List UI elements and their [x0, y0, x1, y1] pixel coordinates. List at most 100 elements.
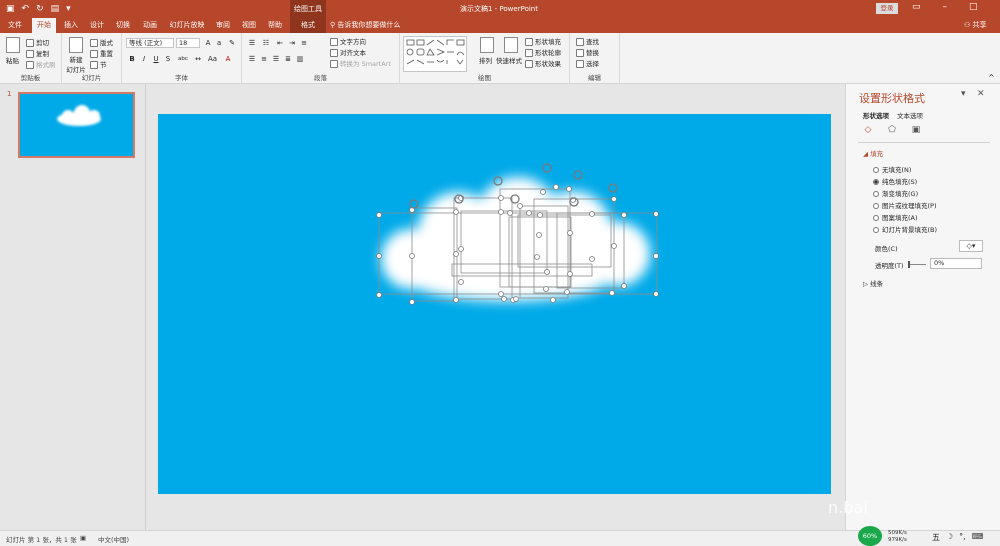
- drawing-tools-label: 绘图工具: [290, 0, 326, 18]
- quick-styles-button[interactable]: 快速样式: [496, 55, 522, 65]
- section-button[interactable]: 节: [90, 59, 107, 69]
- pane-close-icon[interactable]: ✕: [977, 89, 985, 99]
- decrease-indent-icon[interactable]: ⇤: [276, 39, 284, 47]
- copy-button[interactable]: 复制: [26, 48, 49, 58]
- char-spacing-icon[interactable]: ↔: [194, 55, 202, 63]
- tab-transitions[interactable]: 切换: [112, 18, 134, 33]
- line-spacing-icon[interactable]: ≡: [300, 39, 308, 47]
- fill-option-pattern[interactable]: 图案填充(A): [873, 212, 918, 222]
- fill-section-header[interactable]: ◢ 填充: [863, 148, 883, 158]
- format-painter-button[interactable]: 格式刷: [26, 59, 56, 69]
- underline-button[interactable]: U: [152, 55, 160, 63]
- fill-option-solid[interactable]: 纯色填充(S): [873, 176, 917, 186]
- clear-format-icon[interactable]: ✎: [228, 39, 236, 47]
- italic-button[interactable]: I: [140, 55, 148, 63]
- shape-outline-button[interactable]: 形状轮廓: [525, 47, 561, 57]
- justify-icon[interactable]: ≣: [284, 55, 292, 63]
- tab-help[interactable]: 帮助: [264, 18, 286, 33]
- tab-format[interactable]: 格式: [290, 18, 326, 33]
- size-properties-icon[interactable]: ▣: [911, 125, 921, 135]
- cursor-icon: [576, 60, 584, 68]
- shadow-button[interactable]: S: [164, 55, 172, 63]
- layout-button[interactable]: 版式: [90, 37, 113, 47]
- ribbon-display-icon[interactable]: ▭: [912, 2, 921, 12]
- cloud-shape-group[interactable]: [158, 114, 831, 494]
- paste-button[interactable]: 粘贴: [6, 55, 19, 65]
- cut-button[interactable]: 剪切: [26, 37, 49, 47]
- shape-effects-button[interactable]: 形状效果: [525, 58, 561, 68]
- align-left-icon[interactable]: ☰: [248, 55, 256, 63]
- login-button[interactable]: 登录: [876, 3, 898, 14]
- minimize-icon[interactable]: –: [943, 2, 948, 12]
- pane-title: 设置形状格式: [859, 92, 925, 105]
- find-button[interactable]: 查找: [576, 36, 599, 46]
- reset-button[interactable]: 重置: [90, 48, 113, 58]
- tab-insert[interactable]: 插入: [60, 18, 82, 33]
- pen-icon: [525, 49, 533, 57]
- tab-animations[interactable]: 动画: [138, 18, 162, 33]
- undo-icon[interactable]: ↶: [22, 3, 30, 15]
- shrink-font-icon[interactable]: a: [215, 39, 223, 47]
- smartart-button[interactable]: 转换为 SmartArt: [330, 58, 391, 68]
- align-center-icon[interactable]: ≡: [260, 55, 268, 63]
- transparency-input[interactable]: 0%: [930, 258, 982, 269]
- columns-icon[interactable]: ▥: [296, 55, 304, 63]
- language-indicator[interactable]: 中文(中国): [98, 534, 129, 544]
- tell-me-search[interactable]: ⚲ 告诉我你想要做什么: [330, 18, 400, 33]
- align-text-button[interactable]: 对齐文本: [330, 47, 366, 57]
- collapse-ribbon-icon[interactable]: ^: [988, 73, 995, 82]
- align-right-icon[interactable]: ☰: [272, 55, 280, 63]
- transparency-slider-handle[interactable]: [908, 261, 910, 268]
- effects-pentagon-icon[interactable]: ⬠: [887, 125, 897, 135]
- bold-button[interactable]: B: [128, 55, 136, 63]
- font-color-icon[interactable]: A: [224, 55, 232, 63]
- replace-button[interactable]: 替换: [576, 47, 599, 57]
- tab-home[interactable]: 开始: [32, 18, 56, 33]
- bullets-icon[interactable]: ☰: [248, 39, 256, 47]
- tab-file[interactable]: 文件: [4, 18, 26, 33]
- tab-slideshow[interactable]: 幻灯片放映: [168, 18, 206, 33]
- start-presentation-icon[interactable]: ▤: [51, 3, 60, 15]
- text-direction-button[interactable]: 文字方向: [330, 36, 366, 46]
- shapes-gallery[interactable]: [403, 36, 467, 72]
- tab-shape-options[interactable]: 形状选项: [863, 110, 889, 120]
- brush-icon: [26, 61, 34, 69]
- save-icon[interactable]: ▣: [6, 3, 15, 15]
- fill-option-none[interactable]: 无填充(N): [873, 164, 911, 174]
- fill-option-gradient[interactable]: 渐变填充(G): [873, 188, 918, 198]
- shape-fill-button[interactable]: 形状填充: [525, 36, 561, 46]
- pane-options-icon[interactable]: ▾: [961, 89, 966, 99]
- arrange-button[interactable]: 排列: [479, 55, 492, 65]
- tab-text-options[interactable]: 文本选项: [897, 110, 923, 120]
- slide-thumbnail[interactable]: [18, 92, 135, 158]
- fill-line-icon[interactable]: ◇: [863, 125, 873, 135]
- tab-review[interactable]: 审阅: [212, 18, 234, 33]
- fill-option-picture[interactable]: 图片或纹理填充(P): [873, 200, 937, 210]
- punctuation-icon[interactable]: °,: [959, 532, 966, 543]
- tab-view[interactable]: 视图: [238, 18, 260, 33]
- share-button[interactable]: ⚇ 共享: [964, 18, 987, 33]
- font-size-select[interactable]: 18: [176, 38, 200, 48]
- maximize-icon[interactable]: □: [969, 2, 978, 12]
- transparency-slider[interactable]: [908, 264, 926, 265]
- redo-icon[interactable]: ↻: [36, 3, 44, 15]
- new-slide-button[interactable]: 新建 幻灯片: [65, 54, 87, 74]
- slide-canvas[interactable]: [158, 114, 831, 494]
- font-name-select[interactable]: 等线 (正文): [126, 38, 174, 48]
- increase-indent-icon[interactable]: ⇥: [288, 39, 296, 47]
- tab-design[interactable]: 设计: [86, 18, 108, 33]
- moon-icon[interactable]: ☽: [946, 532, 953, 543]
- color-picker-button[interactable]: ◇▾: [959, 240, 983, 252]
- strikethrough-button[interactable]: abc: [176, 55, 190, 63]
- change-case-icon[interactable]: Aa: [208, 55, 217, 63]
- select-button[interactable]: 选择: [576, 58, 599, 68]
- line-section-header[interactable]: ▷ 线条: [863, 278, 883, 288]
- numbering-icon[interactable]: ☷: [262, 39, 270, 47]
- grow-font-icon[interactable]: A: [204, 39, 212, 47]
- keyboard-icon[interactable]: ⌨: [972, 532, 984, 543]
- spellcheck-icon[interactable]: ▣: [80, 534, 86, 542]
- fill-option-slide-background[interactable]: 幻灯片背景填充(B): [873, 224, 937, 234]
- customize-qat-icon[interactable]: ▾: [66, 3, 71, 15]
- ime-indicator[interactable]: 五: [932, 532, 940, 543]
- cpu-usage-badge[interactable]: 60%: [858, 526, 882, 546]
